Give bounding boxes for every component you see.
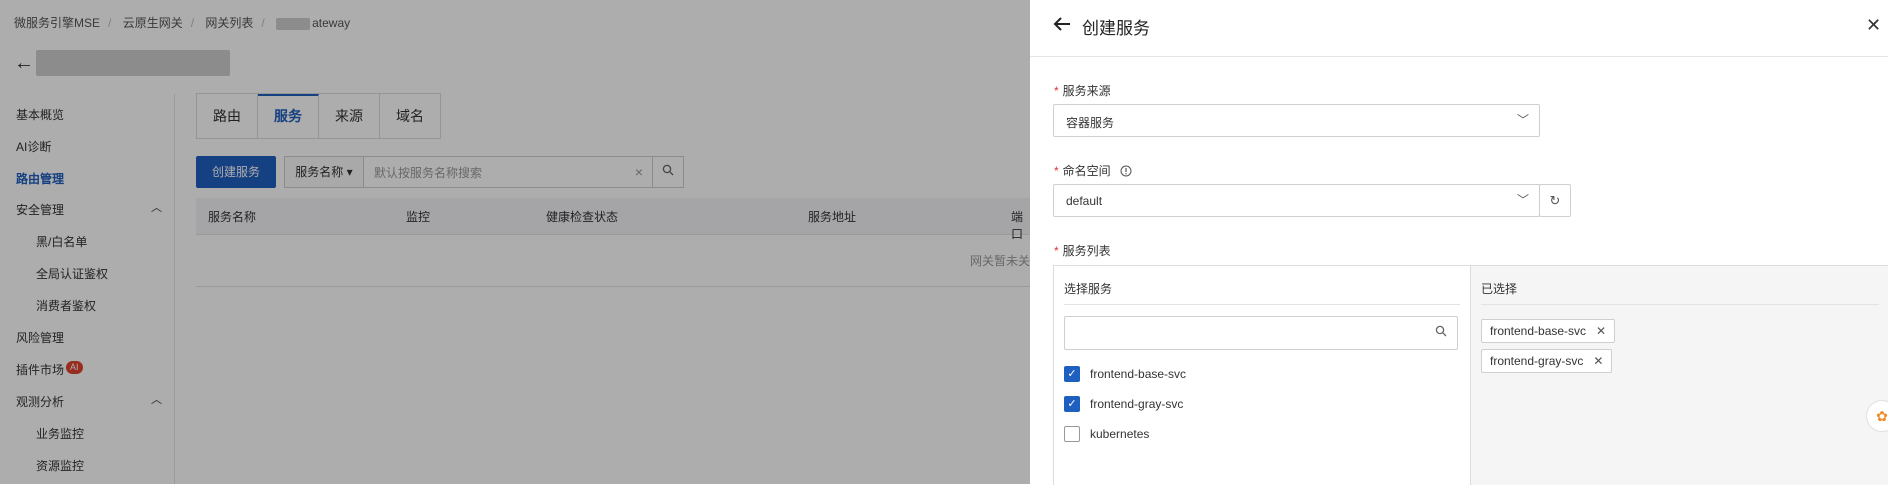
info-icon — [1120, 165, 1132, 177]
selected-tag: frontend-base-svc ✕ — [1481, 319, 1616, 343]
close-icon[interactable]: ✕ — [1866, 15, 1881, 36]
form-label-text: 服务列表 — [1062, 244, 1111, 258]
namespace-select[interactable]: default ﹀ — [1053, 184, 1540, 217]
tag-label: frontend-base-svc — [1490, 324, 1587, 338]
option-label: kubernetes — [1090, 427, 1150, 441]
required-mark: * — [1054, 84, 1059, 98]
list-item[interactable]: ✓ frontend-gray-svc — [1064, 396, 1183, 412]
service-source-value: 容器服务 — [1066, 116, 1115, 130]
form-label-text: 命名空间 — [1062, 164, 1111, 178]
divider — [1481, 304, 1879, 305]
refresh-button[interactable]: ↻ — [1539, 184, 1571, 217]
list-item[interactable]: ✓ frontend-base-svc — [1064, 366, 1186, 382]
namespace-value: default — [1066, 194, 1103, 208]
transfer-source-title: 选择服务 — [1064, 282, 1113, 296]
option-label: frontend-gray-svc — [1090, 397, 1184, 411]
remove-tag-icon[interactable]: ✕ — [1593, 354, 1603, 368]
drawer-title: 创建服务 — [1082, 19, 1150, 38]
refresh-icon: ↻ — [1549, 193, 1561, 208]
search-icon — [1435, 325, 1447, 337]
transfer-source-panel: 选择服务 ✓ frontend-base-svc ✓ frontend-gray-s… — [1054, 266, 1471, 485]
list-item[interactable]: kubernetes — [1064, 426, 1149, 442]
service-source-select[interactable]: 容器服务 ﹀ — [1053, 104, 1540, 137]
selected-tag: frontend-gray-svc ✕ — [1481, 349, 1613, 373]
overlay-mask[interactable] — [0, 0, 1030, 484]
form-label-text: 服务来源 — [1062, 84, 1111, 98]
back-arrow-icon[interactable] — [1052, 14, 1074, 40]
required-mark: * — [1054, 244, 1059, 258]
chevron-down-icon: ﹀ — [1516, 193, 1529, 207]
namespace-label: * 命名空间 — [1054, 162, 1132, 179]
service-transfer: 选择服务 ✓ frontend-base-svc ✓ frontend-gray-s… — [1053, 265, 1888, 485]
service-list-label: * 服务列表 — [1054, 242, 1111, 259]
option-label: frontend-base-svc — [1090, 367, 1187, 381]
remove-tag-icon[interactable]: ✕ — [1596, 324, 1606, 338]
transfer-target-panel: 已选择 frontend-base-svc ✕ frontend-gray-svc… — [1471, 266, 1888, 485]
transfer-target-title: 已选择 — [1481, 282, 1518, 296]
checkbox-checked[interactable]: ✓ — [1064, 396, 1080, 412]
service-source-label: * 服务来源 — [1054, 82, 1111, 99]
divider — [1030, 56, 1888, 57]
transfer-search-input[interactable] — [1064, 316, 1458, 350]
chevron-down-icon: ﹀ — [1516, 113, 1529, 127]
checkbox-checked[interactable]: ✓ — [1064, 366, 1080, 382]
checkbox-unchecked[interactable] — [1064, 426, 1080, 442]
tag-label: frontend-gray-svc — [1490, 354, 1584, 368]
divider — [1064, 304, 1460, 305]
required-mark: * — [1054, 164, 1059, 178]
